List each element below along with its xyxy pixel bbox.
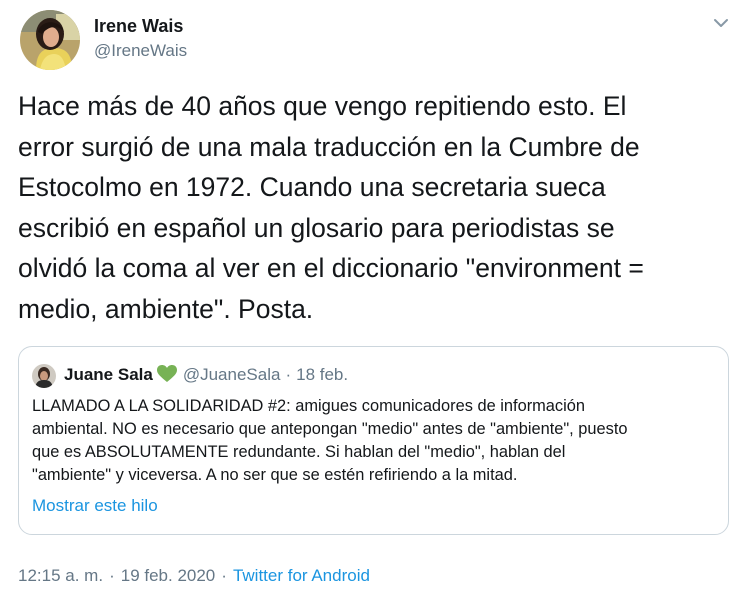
author-handle[interactable]: @IreneWais (94, 41, 187, 61)
quoted-separator: · (285, 365, 292, 384)
quoted-author-handle: @JuaneSala (182, 365, 281, 384)
tweet-metadata: 12:15 a. m. · 19 feb. 2020 · Twitter for And… (18, 566, 370, 586)
show-thread-link[interactable]: Mostrar este hilo (32, 496, 158, 516)
green-heart-icon (156, 365, 177, 389)
meta-separator: · (109, 566, 115, 585)
author-name[interactable]: Irene Wais (94, 16, 183, 37)
tweet-source-link[interactable]: Twitter for Android (233, 566, 370, 585)
quoted-tweet-card[interactable]: Juane Sala @JuaneSala · 18 feb. LLAMADO A L… (18, 346, 729, 535)
quoted-author-avatar (32, 364, 56, 388)
quoted-date: 18 feb. (296, 365, 349, 384)
meta-separator: · (221, 566, 227, 585)
tweet-text: Hace más de 40 años que vengo repitiendo… (18, 91, 644, 324)
chevron-down-icon[interactable] (710, 12, 732, 34)
tweet-time[interactable]: 12:15 a. m. (18, 566, 103, 585)
tweet-date[interactable]: 19 feb. 2020 (121, 566, 216, 585)
quoted-tweet-text: LLAMADO A LA SOLIDARIDAD #2: amigues com… (32, 397, 628, 484)
quoted-author-name: Juane Sala (64, 365, 153, 384)
quoted-tweet-header: Juane Sala @JuaneSala · 18 feb. (64, 364, 348, 389)
author-avatar[interactable] (20, 10, 80, 70)
